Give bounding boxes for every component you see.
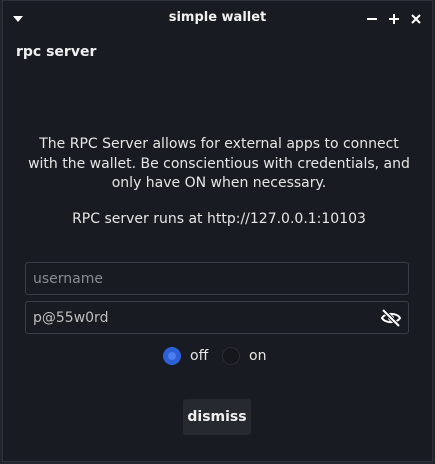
maximize-button[interactable] bbox=[385, 10, 403, 28]
title-bar[interactable]: simple wallet bbox=[3, 1, 432, 37]
rpc-description: The RPC Server allows for external apps … bbox=[28, 136, 410, 191]
section-title: rpc server bbox=[16, 44, 97, 60]
app-window: simple wallet rpc server The RPC Server … bbox=[2, 0, 433, 462]
username-input[interactable] bbox=[33, 263, 373, 294]
radio-on-label[interactable]: on bbox=[249, 348, 266, 364]
password-field[interactable] bbox=[25, 301, 409, 334]
rpc-server-toggle: off on bbox=[3, 344, 434, 368]
close-button[interactable] bbox=[407, 10, 425, 28]
minimize-button[interactable] bbox=[363, 10, 381, 28]
eye-off-icon[interactable] bbox=[380, 307, 402, 329]
username-field[interactable] bbox=[25, 262, 409, 295]
radio-off-label[interactable]: off bbox=[190, 348, 208, 364]
rpc-server-address: RPC server runs at http://127.0.0.1:1010… bbox=[72, 211, 366, 227]
radio-off[interactable] bbox=[163, 347, 181, 365]
radio-on[interactable] bbox=[222, 347, 240, 365]
password-input[interactable] bbox=[33, 302, 373, 333]
dismiss-button[interactable]: dismiss bbox=[183, 399, 251, 435]
